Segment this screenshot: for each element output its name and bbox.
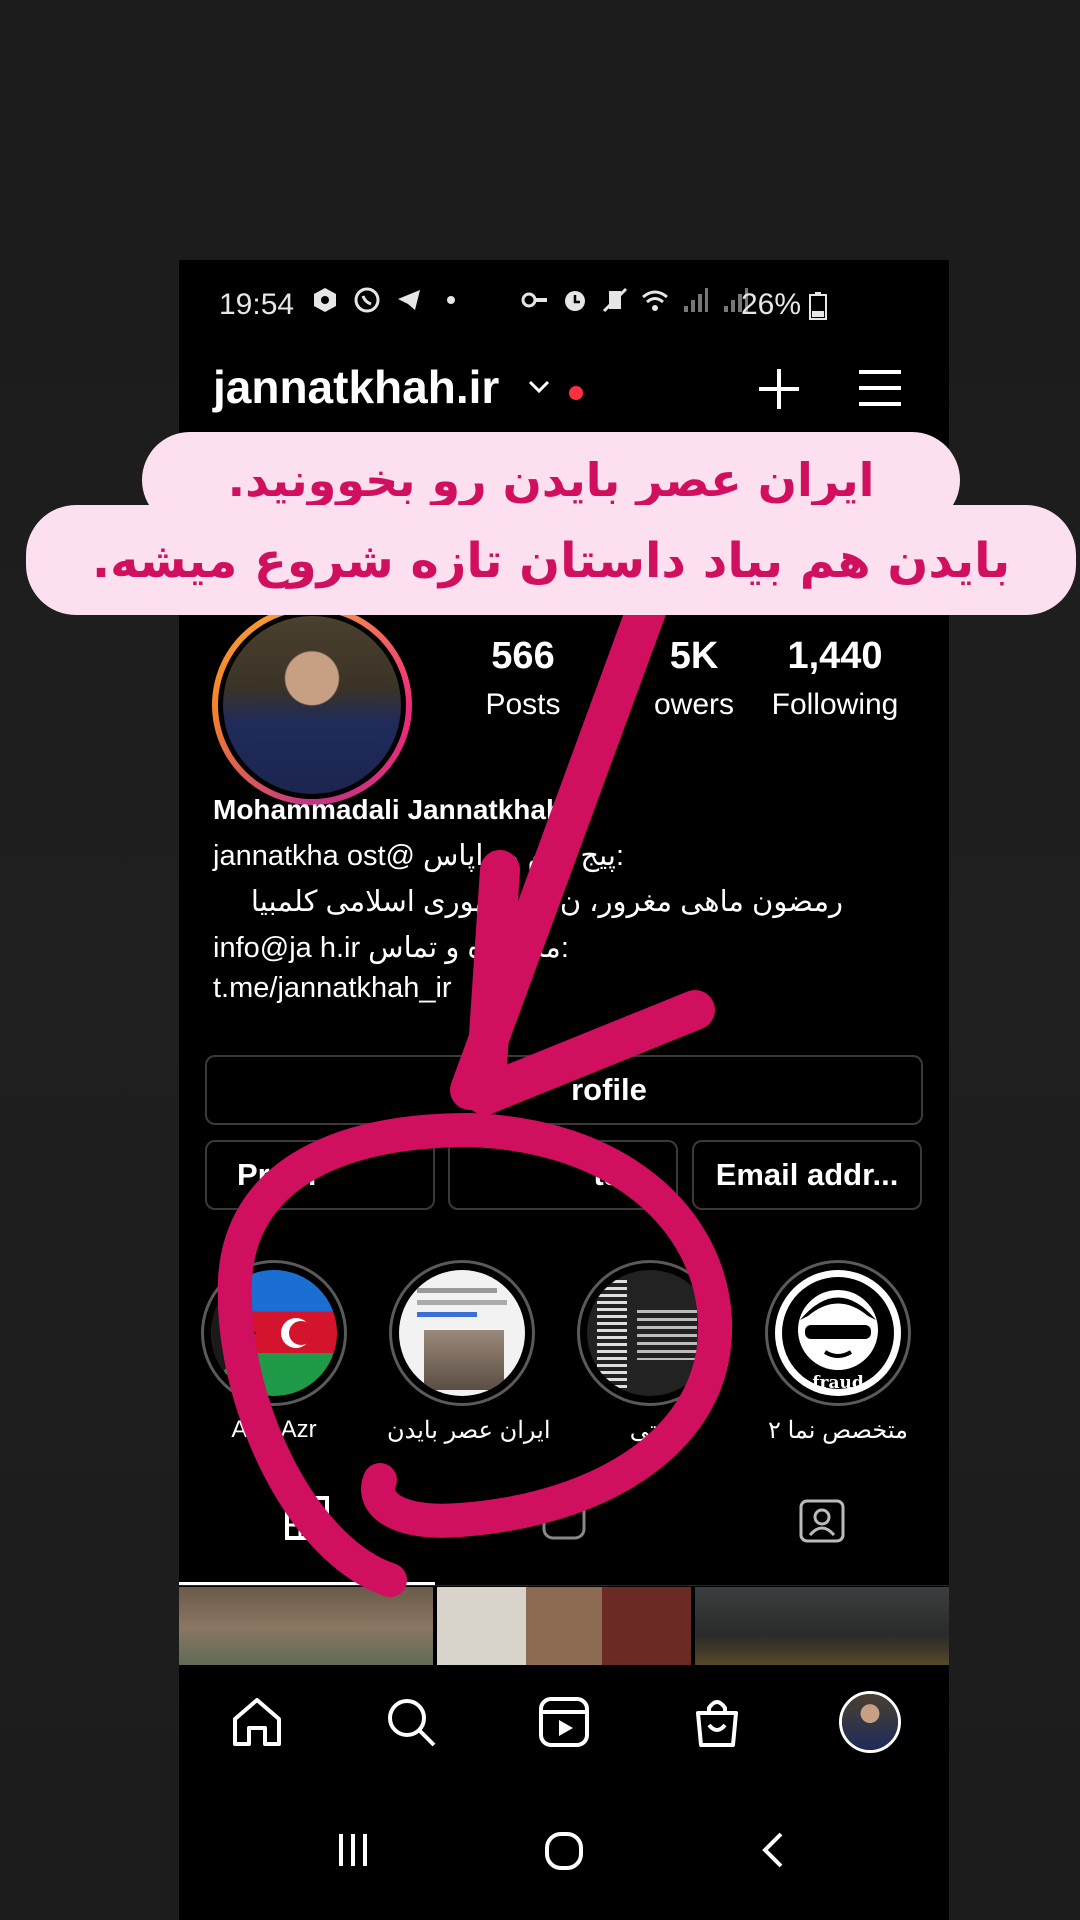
masked-face-icon: fraud xyxy=(782,1277,894,1393)
nodes-icon xyxy=(314,288,336,312)
followers-count: 5K xyxy=(669,635,719,677)
dot-icon xyxy=(447,296,455,304)
highlight-label: ایران عصر بایدن xyxy=(387,1417,551,1444)
tagged-icon[interactable] xyxy=(797,1495,847,1545)
key-icon xyxy=(521,292,547,308)
reels-icon[interactable] xyxy=(537,1695,591,1749)
wifi-icon xyxy=(642,290,668,311)
bio-line-3: :مشاوره و تماس info@ja h.ir xyxy=(213,932,569,964)
edit-profile-button[interactable]: rofile xyxy=(205,1055,923,1125)
menu-icon[interactable] xyxy=(855,366,905,410)
profile-bio: Mohammadali Jannatkhah :پیج دوم و زاپاس … xyxy=(213,790,913,1008)
posts-count: 566 xyxy=(491,635,555,677)
profile-display-name: Mohammadali Jannatkhah xyxy=(213,794,564,825)
alarm-icon xyxy=(565,291,585,311)
post-thumbnail[interactable] xyxy=(695,1587,949,1667)
bio-line-1: :پیج دوم و زاپاس @jannatkha ost xyxy=(213,840,625,872)
tab-divider xyxy=(179,1585,949,1586)
home-icon[interactable] xyxy=(230,1695,284,1749)
shop-icon[interactable] xyxy=(690,1695,744,1749)
profile-tabs xyxy=(179,1495,949,1555)
following-label: Following xyxy=(771,688,899,721)
highlight-news[interactable]: ایران عصر بایدن xyxy=(387,1260,551,1445)
bio-link[interactable]: t.me/jannatkhah_ir xyxy=(213,968,913,1008)
edit-profile-label: rofile xyxy=(571,1072,647,1107)
text-thumbnail xyxy=(587,1270,713,1396)
profile-nav-avatar[interactable] xyxy=(839,1691,901,1753)
android-navigation xyxy=(179,1810,949,1910)
create-plus-icon[interactable] xyxy=(754,364,804,414)
back-icon[interactable] xyxy=(753,1830,793,1870)
posts-stat[interactable]: 566 Posts xyxy=(448,635,598,722)
followers-label: owers xyxy=(653,688,735,721)
email-label: Email addr... xyxy=(715,1157,899,1192)
post-thumbnail[interactable] xyxy=(437,1587,691,1667)
mute-icon xyxy=(602,287,628,313)
status-time: 19:54 xyxy=(219,288,295,321)
profile-avatar[interactable] xyxy=(212,605,412,805)
grid-icon[interactable] xyxy=(284,1495,330,1541)
reels-tab-icon[interactable] xyxy=(541,1495,587,1541)
highlight-flags[interactable]: Arm Azr xyxy=(199,1260,349,1444)
profile-username[interactable]: jannatkhah.ir xyxy=(213,360,499,414)
post-grid xyxy=(179,1587,949,1667)
highlight-label: نتی! xyxy=(629,1417,671,1444)
signal-icon xyxy=(684,288,708,312)
flags-thumbnail xyxy=(211,1270,337,1396)
fraud-thumbnail: fraud xyxy=(775,1270,901,1396)
caption-line-2: بایدن هم بیاد داستان تازه شروع میشه. xyxy=(26,505,1076,615)
profile-header: jannatkhah.ir xyxy=(179,360,949,420)
chevron-down-icon[interactable] xyxy=(524,372,554,402)
news-thumbnail xyxy=(399,1270,525,1396)
posts-label: Posts xyxy=(485,688,561,721)
promotions-button[interactable]: Prom xyxy=(205,1140,435,1210)
telegram-icon xyxy=(398,290,420,310)
highlight-label: متخصص نما ۲ xyxy=(768,1417,908,1444)
email-button[interactable]: Email addr... xyxy=(692,1140,922,1210)
whatsapp-icon xyxy=(354,287,380,313)
insights-button[interactable]: ts xyxy=(448,1140,678,1210)
fraud-badge: fraud xyxy=(812,1373,864,1393)
bottom-navigation xyxy=(179,1665,949,1777)
highlight-text[interactable]: نتی! xyxy=(575,1260,725,1445)
post-thumbnail[interactable] xyxy=(179,1587,433,1667)
bio-line-2: رمضون ماهی مغرور، ن ل جمهوری اسلامی کلمب… xyxy=(250,886,843,918)
following-count: 1,440 xyxy=(787,635,883,677)
battery-icon xyxy=(809,292,827,320)
home-circle-icon[interactable] xyxy=(543,1830,585,1872)
recent-apps-icon[interactable] xyxy=(333,1830,373,1870)
followers-stat[interactable]: 5K owers xyxy=(599,635,749,722)
status-bar: 19:54 26% xyxy=(179,282,949,326)
highlight-fraud[interactable]: fraud متخصص نما ۲ xyxy=(763,1260,913,1445)
crescent-icon xyxy=(211,1280,313,1386)
search-icon[interactable] xyxy=(384,1695,438,1749)
insights-label: ts xyxy=(593,1157,621,1192)
battery-level: 26% xyxy=(741,288,802,321)
following-stat[interactable]: 1,440 Following xyxy=(760,635,910,722)
highlight-label: Arm Azr xyxy=(231,1416,317,1443)
notification-dot xyxy=(569,386,583,400)
promotions-label: Prom xyxy=(237,1157,317,1192)
